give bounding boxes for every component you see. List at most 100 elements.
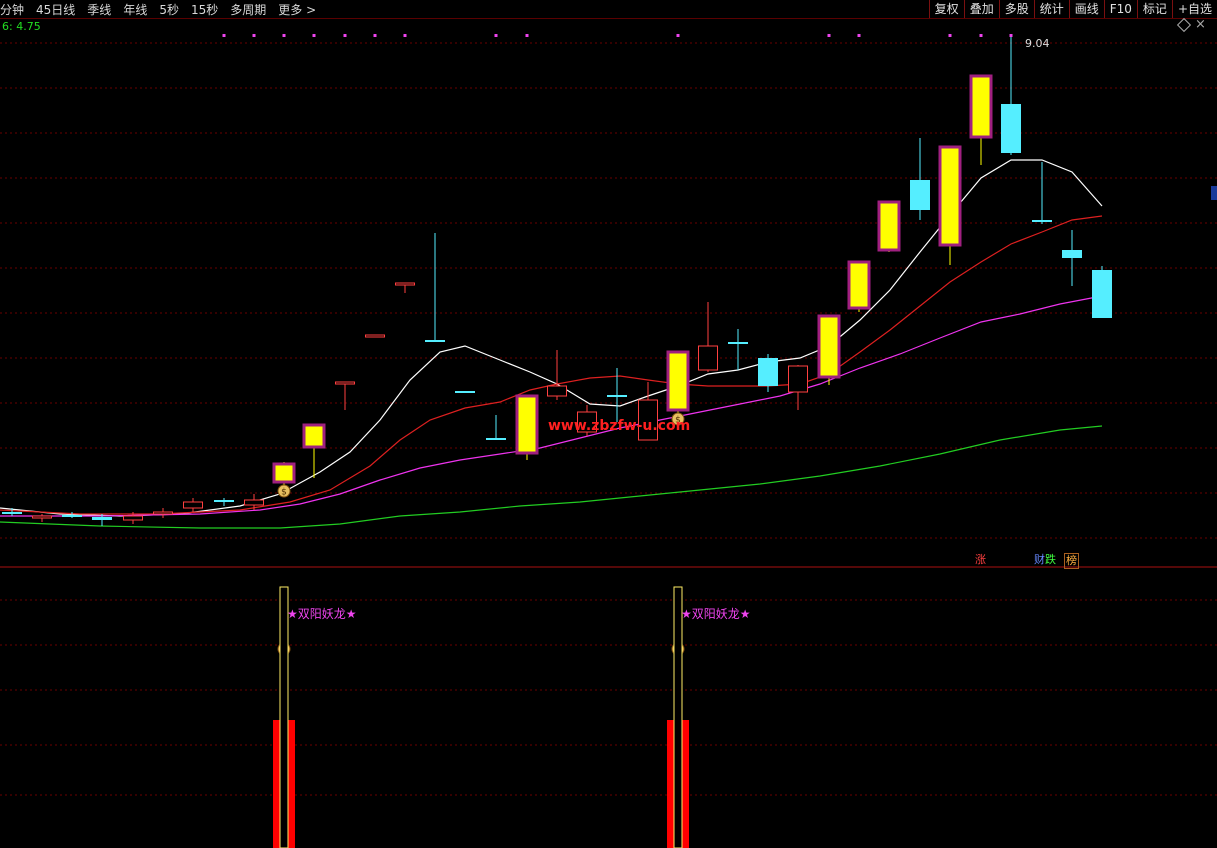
candle-body	[698, 345, 718, 371]
signal-marker	[827, 34, 831, 37]
indicator-signal	[667, 586, 689, 848]
candlestick	[910, 138, 930, 220]
candlestick	[244, 494, 264, 510]
candlestick	[1092, 266, 1112, 318]
signal-label-1: ★双阳妖龙★	[287, 607, 357, 621]
candle-body	[2, 512, 22, 514]
candle-body	[335, 381, 355, 385]
candle-body	[32, 515, 52, 519]
candle-body	[607, 395, 627, 397]
candle-body	[1062, 250, 1082, 258]
tag-cai-die[interactable]: 财跌	[1033, 553, 1057, 567]
candle-body	[1032, 220, 1052, 222]
candlestick	[365, 334, 385, 338]
candle-body	[272, 462, 296, 484]
high-price-label: 9.04	[1025, 37, 1050, 50]
ma5-line	[0, 159, 1103, 517]
coin-icon: $	[277, 484, 291, 498]
candle-body	[788, 365, 808, 393]
ma10-line	[0, 215, 1103, 515]
candle-body	[910, 180, 930, 210]
candlestick	[335, 381, 355, 410]
candlestick	[666, 350, 690, 415]
coin-symbol: $	[281, 488, 287, 498]
candlestick	[214, 498, 234, 506]
yellow-signal-bar	[673, 586, 683, 848]
candle-body	[938, 145, 962, 247]
tag-bang[interactable]: 榜	[1064, 553, 1079, 569]
signal-marker	[857, 34, 861, 37]
candle-body	[123, 515, 143, 521]
candlestick	[455, 391, 475, 393]
top-markers	[222, 34, 1013, 37]
signal-marker	[948, 34, 952, 37]
candle-body	[1092, 270, 1112, 318]
candle-body	[847, 260, 871, 310]
candlestick	[425, 233, 445, 342]
signal-marker	[343, 34, 347, 37]
tag-cai[interactable]: 财	[1034, 553, 1045, 566]
candle-body	[455, 391, 475, 393]
candlestick	[1062, 230, 1082, 286]
candle-body	[877, 200, 901, 252]
candle-body	[153, 511, 173, 515]
candlestick	[302, 423, 326, 478]
candle-body	[515, 394, 539, 455]
candlestick	[728, 329, 748, 370]
indicator-pane	[273, 586, 689, 848]
price-readout: 6: 4.75	[2, 20, 41, 33]
candlestick	[2, 508, 22, 516]
candle-body	[244, 499, 264, 506]
signal-marker	[979, 34, 983, 37]
signal-marker	[282, 34, 286, 37]
candlestick	[938, 145, 962, 265]
candle-body	[969, 74, 993, 139]
candlestick	[395, 282, 415, 293]
candle-body	[666, 350, 690, 412]
tag-zhang[interactable]: 涨	[974, 553, 987, 567]
candle-body	[728, 342, 748, 344]
signal-marker	[494, 34, 498, 37]
signal-label-2: ★双阳妖龙★	[681, 607, 751, 621]
candlestick	[1001, 37, 1021, 155]
moving-average-lines	[0, 159, 1103, 529]
candlestick	[272, 462, 296, 486]
candle-body	[486, 438, 506, 440]
candlestick	[847, 260, 871, 312]
candle-body	[302, 423, 326, 449]
candle-body	[365, 334, 385, 338]
candle-body	[62, 515, 82, 517]
candle-body	[758, 358, 778, 386]
signal-marker	[373, 34, 377, 37]
watermark: www.zbzfw-u.com	[548, 418, 690, 434]
indicator-signal	[273, 586, 295, 848]
signal-marker	[403, 34, 407, 37]
yellow-signal-bar	[279, 586, 289, 848]
signal-marker	[525, 34, 529, 37]
candlestick	[877, 200, 901, 252]
signal-marker	[676, 34, 680, 37]
candle-body	[425, 340, 445, 342]
candle-body	[92, 517, 112, 520]
candle-body	[1001, 104, 1021, 153]
close-icon[interactable]: ×	[1195, 17, 1206, 32]
candlestick	[153, 508, 173, 518]
candlestick	[183, 498, 203, 512]
signal-marker	[312, 34, 316, 37]
candlestick	[817, 314, 841, 385]
price-edge-tag	[1211, 186, 1217, 200]
candle-body	[547, 385, 567, 397]
candlestick	[969, 74, 993, 165]
candle-body	[214, 500, 234, 502]
tag-die[interactable]: 跌	[1045, 553, 1056, 566]
candle-body	[183, 501, 203, 509]
signal-marker	[1009, 34, 1013, 37]
candlestick	[32, 514, 52, 522]
candlestick	[515, 394, 539, 460]
candle-body	[817, 314, 841, 379]
candle-body	[395, 282, 415, 286]
ma20-line	[0, 295, 1103, 517]
candlestick	[1032, 162, 1052, 224]
chart-canvas[interactable]: $$$$ 9.04 www.zbzfw-u.com ★双阳妖龙★ ★双阳妖龙★	[0, 0, 1217, 848]
signal-marker	[252, 34, 256, 37]
